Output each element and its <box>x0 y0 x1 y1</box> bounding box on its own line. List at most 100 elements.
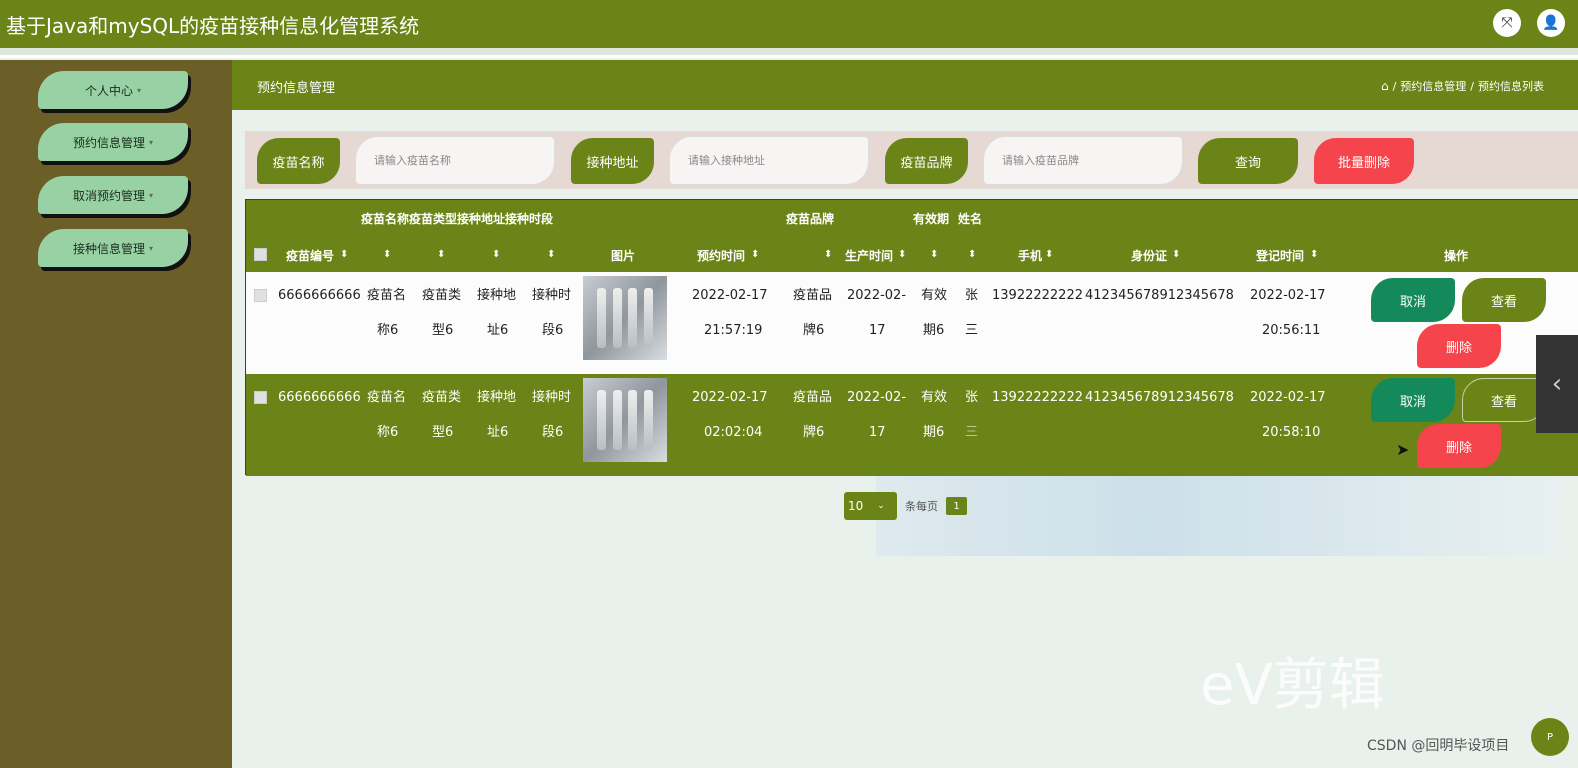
cell-vaccine-type: 疫苗类 <box>422 288 462 303</box>
header-validity-top: 有效期 <box>913 212 950 226</box>
pagination: 10 ⌄ 条每页 1 <box>844 492 967 520</box>
cell-produce-time: 2022-02- <box>847 288 907 303</box>
vaccine-name-input[interactable] <box>356 137 554 184</box>
csdn-watermark: CSDN @回明毕设项目 <box>1367 738 1510 754</box>
cell-vaccine-name: 称6 <box>377 323 399 338</box>
fullscreen-icon[interactable]: ⤧ <box>1493 9 1521 37</box>
cell-slot: 段6 <box>542 323 564 338</box>
sidebar-item-label: 取消预约管理 <box>72 188 145 203</box>
sort-icon[interactable]: ⬍ <box>1172 249 1180 260</box>
cell-phone: 13922222222 <box>992 288 1083 303</box>
sort-icon[interactable]: ⬍ <box>1045 249 1053 260</box>
caret-down-icon: ▾ <box>149 243 154 253</box>
breadcrumb-item[interactable]: 预约信息管理 <box>1400 78 1466 94</box>
caret-down-icon: ▾ <box>137 85 142 95</box>
cell-brand: 疫苗品 <box>793 390 833 405</box>
brand-label: 疫苗品牌 <box>885 138 968 184</box>
header-register-time[interactable]: 登记时间 <box>1256 247 1304 264</box>
sidebar: 个人中心 ▾ 预约信息管理 ▾ 取消预约管理 ▾ 接种信息管理 ▾ <box>0 60 232 768</box>
sidebar-item-reservation[interactable]: 预约信息管理 ▾ <box>38 123 188 161</box>
header-image: 图片 <box>611 249 636 263</box>
ev-watermark: eV剪辑 <box>1200 653 1385 718</box>
sort-icon[interactable]: ⬍ <box>898 249 906 260</box>
sort-icon[interactable]: ⬍ <box>930 249 938 260</box>
cell-person-name: 张 <box>965 390 979 405</box>
sidebar-item-cancel-reservation[interactable]: 取消预约管理 ▾ <box>38 176 188 214</box>
cell-reserve-time: 21:57:19 <box>704 323 763 338</box>
sort-icon[interactable]: ⬍ <box>492 249 500 260</box>
sort-icon[interactable]: ⬍ <box>437 249 445 260</box>
header-phone[interactable]: 手机 <box>1018 247 1042 264</box>
per-page-label: 条每页 <box>905 500 938 513</box>
page-title: 预约信息管理 <box>257 81 336 96</box>
caret-down-icon: ▾ <box>149 190 154 200</box>
floating-button[interactable]: P <box>1531 718 1569 756</box>
cell-validity: 期6 <box>923 425 945 440</box>
cell-brand: 疫苗品 <box>793 288 833 303</box>
header-brand-top: 疫苗品牌 <box>786 212 835 226</box>
cell-person-name: 三 <box>965 323 979 338</box>
query-button[interactable]: 查询 <box>1198 138 1298 184</box>
collapse-panel-tab[interactable]: ‹ <box>1536 335 1578 433</box>
delete-button[interactable]: 删除 <box>1417 424 1501 468</box>
page-size-select[interactable]: 10 ⌄ <box>844 492 897 520</box>
delete-button[interactable]: 删除 <box>1417 324 1501 368</box>
cell-person-name: 三 <box>965 425 979 440</box>
batch-delete-button[interactable]: 批量删除 <box>1314 138 1414 184</box>
cell-slot: 接种时 <box>532 288 572 303</box>
cell-vaccine-type: 型6 <box>432 323 454 338</box>
sort-icon[interactable]: ⬍ <box>547 249 555 260</box>
cell-code: 6666666666 <box>278 288 361 303</box>
cancel-button[interactable]: 取消 <box>1371 378 1455 422</box>
header-actions: 操作 <box>1444 249 1469 263</box>
header-group-label: 疫苗名称疫苗类型接种地址接种时段 <box>361 212 554 226</box>
user-icon[interactable]: 👤 <box>1537 9 1565 37</box>
view-button[interactable]: 查看 <box>1462 378 1546 422</box>
header-reserve-time[interactable]: 预约时间 <box>697 247 745 264</box>
address-label: 接种地址 <box>571 138 654 184</box>
header-code[interactable]: 疫苗编号 <box>286 247 334 264</box>
select-all-checkbox[interactable] <box>254 248 267 261</box>
sidebar-item-label: 预约信息管理 <box>72 135 145 150</box>
sidebar-item-label: 接种信息管理 <box>72 241 145 256</box>
page-number-button[interactable]: 1 <box>946 497 967 515</box>
cell-brand: 牌6 <box>803 323 825 338</box>
sidebar-item-vaccination[interactable]: 接种信息管理 ▾ <box>38 229 188 267</box>
cell-idcard: 412345678912345678 <box>1085 390 1234 405</box>
cell-person-name: 张 <box>965 288 979 303</box>
sort-icon[interactable]: ⬍ <box>824 249 832 260</box>
row-checkbox[interactable] <box>254 289 267 302</box>
sort-icon[interactable]: ⬍ <box>340 249 348 260</box>
cell-address: 址6 <box>487 425 509 440</box>
cell-validity: 有效 <box>921 288 948 303</box>
page-size-value: 10 <box>848 499 864 513</box>
header-name-top: 姓名 <box>958 212 983 226</box>
cell-vaccine-name: 称6 <box>377 425 399 440</box>
cell-slot: 接种时 <box>532 390 572 405</box>
cancel-button[interactable]: 取消 <box>1371 278 1455 322</box>
address-input[interactable] <box>670 137 868 184</box>
breadcrumb: ⌂ / 预约信息管理 / 预约信息列表 <box>1380 78 1544 94</box>
sidebar-item-personal-center[interactable]: 个人中心 ▾ <box>38 71 188 109</box>
header-idcard[interactable]: 身份证 <box>1131 247 1167 264</box>
row-checkbox[interactable] <box>254 391 267 404</box>
vaccine-image <box>583 276 667 360</box>
sidebar-item-label: 个人中心 <box>84 83 133 98</box>
sort-icon[interactable]: ⬍ <box>383 249 391 260</box>
sort-icon[interactable]: ⬍ <box>968 249 976 260</box>
cell-vaccine-type: 疫苗类 <box>422 390 462 405</box>
view-button[interactable]: 查看 <box>1462 278 1546 322</box>
sort-icon[interactable]: ⬍ <box>1310 249 1318 260</box>
brand-input[interactable] <box>984 137 1182 184</box>
cell-register-time: 20:56:11 <box>1262 323 1321 338</box>
header-produce-time[interactable]: 生产时间 <box>845 247 893 264</box>
cell-produce-time: 17 <box>869 425 886 440</box>
cell-reserve-date: 2022-02-17 <box>692 390 768 405</box>
sort-icon[interactable]: ⬍ <box>751 249 759 260</box>
cell-register-date: 2022-02-17 <box>1250 288 1326 303</box>
cell-code: 6666666666 <box>278 390 361 405</box>
cell-vaccine-name: 疫苗名 <box>367 390 407 405</box>
home-icon[interactable]: ⌂ <box>1381 79 1389 93</box>
cell-produce-time: 17 <box>869 323 886 338</box>
cell-address: 接种地 <box>477 288 517 303</box>
